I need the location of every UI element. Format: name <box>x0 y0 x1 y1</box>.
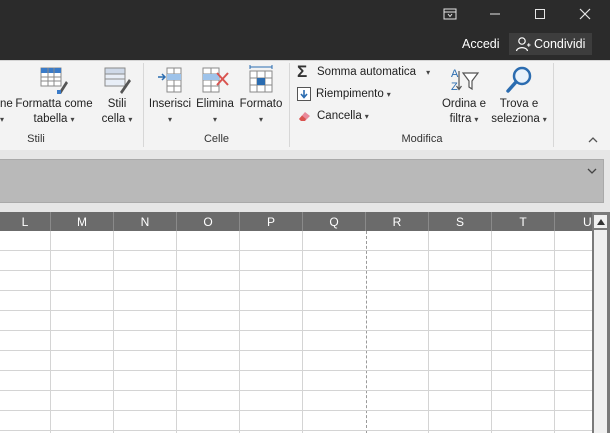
scroll-track[interactable] <box>594 230 607 433</box>
format-as-table-button[interactable]: Formatta come tabella ▾ <box>13 65 95 127</box>
chevron-down-icon <box>587 168 597 174</box>
group-label-celle: Celle <box>203 133 230 145</box>
chevron-down-icon: ▾ <box>542 115 547 124</box>
minimize-button[interactable] <box>481 0 509 28</box>
column-header-p[interactable]: P <box>240 212 303 231</box>
column-header-s[interactable]: S <box>429 212 492 231</box>
chevron-down-icon: ▾ <box>128 115 133 124</box>
column-header-t[interactable]: T <box>492 212 555 231</box>
find-select-label-2: seleziona ▾ <box>491 113 547 125</box>
fill-label: Riempimento <box>316 88 384 100</box>
fill-button[interactable]: Riempimento ▾ <box>297 84 391 104</box>
column-header-m[interactable]: M <box>51 212 114 231</box>
sort-filter-label-2: filtra ▾ <box>449 113 479 125</box>
column-headers: L M N O P Q R S T U <box>0 212 592 231</box>
sort-filter-icon: A Z <box>451 68 480 93</box>
chevron-down-icon: ▾ <box>474 115 479 124</box>
autosum-label: Somma automatica <box>317 66 417 78</box>
clear-label: Cancella <box>317 110 362 122</box>
sigma-icon: Σ <box>297 62 308 81</box>
chevron-down-icon: ▾ <box>258 115 263 124</box>
svg-text:A: A <box>451 68 459 80</box>
page-break-line <box>366 231 367 433</box>
triangle-up-icon <box>596 218 605 225</box>
cell-styles-label-2: cella ▾ <box>101 113 133 125</box>
find-select-label-1: Trova e <box>499 98 539 110</box>
close-icon <box>579 8 591 20</box>
format-as-table-label-2: tabella ▾ <box>33 113 75 125</box>
sort-filter-button[interactable]: A Z Ordina e filtra ▾ <box>438 65 490 127</box>
magnifier-icon <box>506 66 532 93</box>
chevron-down-icon: ▾ <box>212 115 217 124</box>
minimize-icon <box>490 13 500 15</box>
autosum-button[interactable]: Σ Somma automatica ▾ <box>297 62 430 82</box>
formula-input[interactable] <box>0 159 604 203</box>
sign-in-link[interactable]: Accedi <box>462 33 500 55</box>
chevron-up-icon <box>588 136 598 142</box>
group-label-stili: Stili <box>27 133 45 145</box>
insert-cells-button[interactable]: Inserisci ▾ <box>146 65 194 127</box>
column-header-l[interactable]: L <box>0 212 51 231</box>
conditional-format-label-partial: ne <box>0 98 13 110</box>
column-header-n[interactable]: N <box>114 212 177 231</box>
format-as-table-icon <box>40 67 68 94</box>
maximize-icon <box>535 9 545 19</box>
ribbon-display-options-button[interactable] <box>436 0 464 28</box>
cell-styles-icon <box>104 67 131 94</box>
delete-cells-button[interactable]: Elimina ▾ <box>194 65 236 127</box>
format-cells-label: Formato <box>239 98 283 110</box>
column-header-u-label: U <box>583 214 592 229</box>
chevron-down-icon: ▾ <box>364 111 369 121</box>
cell-grid[interactable] <box>0 231 592 433</box>
close-button[interactable] <box>571 0 599 28</box>
title-bar: Accedi Condividi <box>0 0 610 60</box>
conditional-format-button-partial[interactable]: ne ▾ <box>0 97 14 127</box>
insert-cells-icon <box>158 67 182 93</box>
cell-styles-label-1: Stili <box>107 98 127 110</box>
group-separator <box>143 63 144 147</box>
chevron-down-icon: ▾ <box>386 89 391 99</box>
insert-cells-label: Inserisci <box>148 98 192 110</box>
column-header-q[interactable]: Q <box>303 212 366 231</box>
sign-in-label: Accedi <box>462 37 500 51</box>
share-button[interactable]: Condividi <box>509 33 592 55</box>
delete-cells-label: Elimina <box>196 98 234 110</box>
ribbon: ne ▾ Formatta come tabella ▾ Stili cella ▾… <box>0 60 610 151</box>
group-label-modifica: Modifica <box>401 133 443 145</box>
find-select-button[interactable]: Trova e seleziona ▾ <box>490 65 548 127</box>
collapse-ribbon-button[interactable] <box>586 133 600 145</box>
ribbon-display-icon <box>443 8 457 20</box>
format-cells-button[interactable]: Formato ▾ <box>237 65 285 127</box>
chevron-down-icon: ▾ <box>70 115 75 124</box>
fill-down-icon <box>297 87 311 101</box>
scroll-up-button[interactable] <box>594 215 607 228</box>
sort-filter-label-1: Ordina e <box>441 98 487 110</box>
group-separator <box>553 63 554 147</box>
maximize-button[interactable] <box>526 0 554 28</box>
clear-button[interactable]: Cancella ▾ <box>297 106 369 126</box>
group-separator <box>289 63 290 147</box>
cell-styles-button[interactable]: Stili cella ▾ <box>96 65 138 127</box>
vertical-scrollbar[interactable] <box>592 212 610 433</box>
delete-cells-icon <box>202 67 229 93</box>
format-as-table-label-1: Formatta come <box>15 98 93 110</box>
column-header-o[interactable]: O <box>177 212 240 231</box>
column-header-u[interactable]: U <box>555 212 592 231</box>
eraser-icon <box>299 112 310 121</box>
column-header-r[interactable]: R <box>366 212 429 231</box>
chevron-down-icon: ▾ <box>167 115 172 124</box>
format-cells-icon <box>249 65 273 93</box>
share-person-icon <box>515 37 531 52</box>
chevron-down-icon: ▾ <box>426 67 431 77</box>
expand-formula-bar-button[interactable] <box>587 166 597 176</box>
share-label: Condividi <box>534 37 586 51</box>
formula-bar-area <box>0 150 610 212</box>
chevron-down-icon: ▾ <box>0 115 5 124</box>
